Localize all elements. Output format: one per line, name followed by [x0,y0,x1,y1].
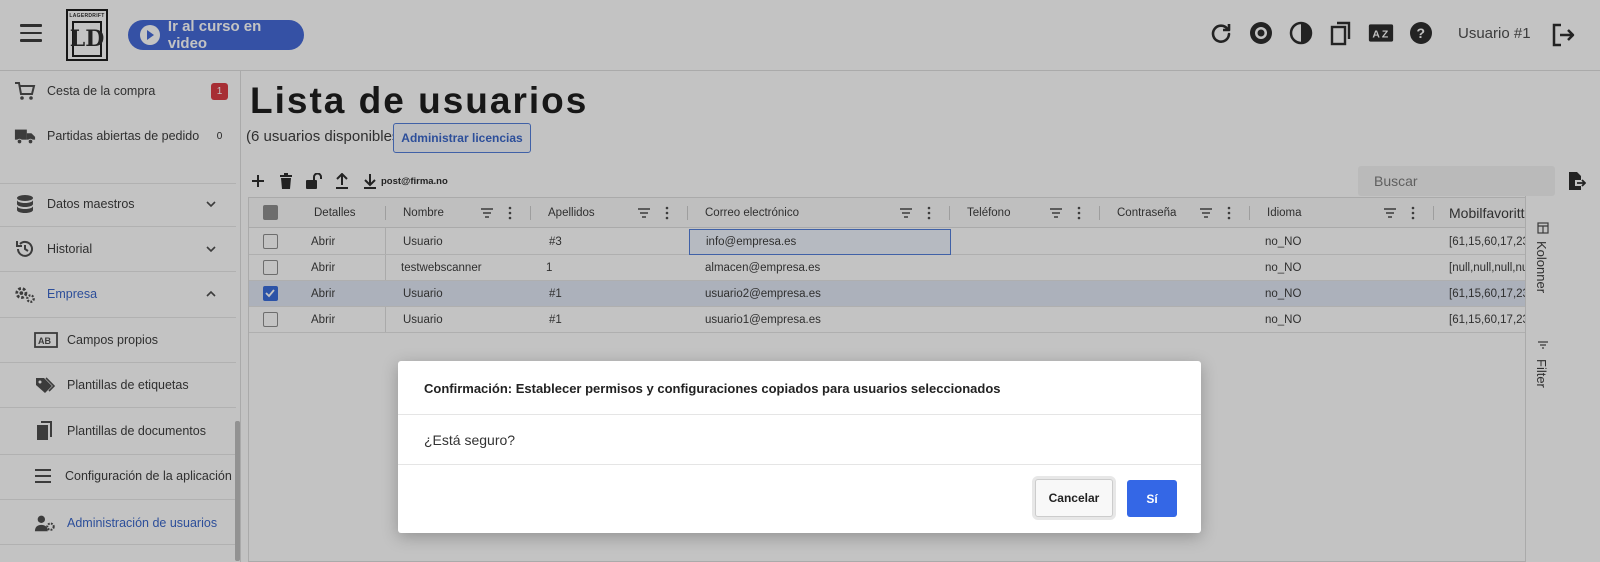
dialog-message: ¿Está seguro? [424,432,516,448]
app: LAGERDRIFT LD Ir al curso en video AZ ? … [0,0,1600,562]
divider [398,464,1201,465]
divider [398,414,1201,415]
cancel-button[interactable]: Cancelar [1035,479,1113,517]
dialog-title: Confirmación: Establecer permisos y conf… [424,381,1001,396]
confirm-button[interactable]: Sí [1127,480,1177,517]
confirm-dialog: Confirmación: Establecer permisos y conf… [398,361,1201,533]
